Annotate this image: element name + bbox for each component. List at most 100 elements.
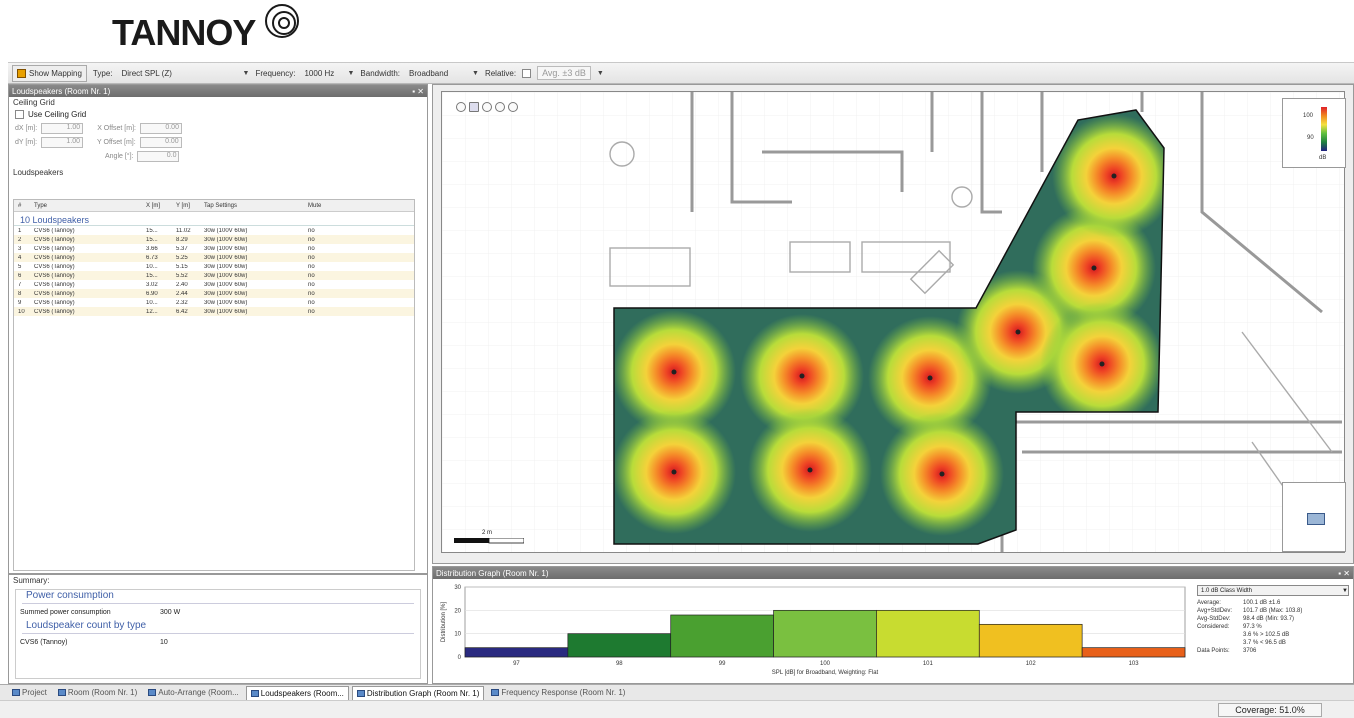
tab-label: Room (Room Nr. 1) xyxy=(67,688,138,697)
stat-row: Average: 100.1 dB ±1.6 xyxy=(1197,599,1351,607)
tab-label: Loudspeakers (Room... xyxy=(260,688,344,698)
avg-dropdown-arrow-icon[interactable]: ▼ xyxy=(597,70,604,77)
table-cell: CVS6 (Tannoy) xyxy=(34,254,75,261)
table-cell: 6.42 xyxy=(176,308,188,315)
loudspeaker-marker[interactable] xyxy=(1099,361,1105,367)
print-view-icon[interactable] xyxy=(1307,513,1325,525)
table-row[interactable]: 2 CVS6 (Tannoy) 15... 8.29 30w (100V 60w) no xyxy=(14,235,414,244)
tab-3[interactable]: Loudspeakers (Room... xyxy=(245,685,349,700)
tab-0[interactable]: Project xyxy=(8,686,51,700)
tab-5[interactable]: Frequency Response (Room Nr. 1) xyxy=(487,686,629,700)
distribution-bar xyxy=(670,614,774,658)
zoom-icon[interactable] xyxy=(482,102,492,112)
loudspeaker-marker[interactable] xyxy=(1091,265,1097,271)
table-cell: 3 xyxy=(18,245,22,252)
tab-label: Auto-Arrange (Room... xyxy=(158,688,239,697)
table-cell: 30w (100V 60w) xyxy=(204,236,248,243)
col-y[interactable]: Y [m] xyxy=(172,203,200,209)
col-mute[interactable]: Mute xyxy=(304,203,344,209)
col-type[interactable]: Type xyxy=(30,203,142,209)
avg-select[interactable]: Avg. ±3 dB xyxy=(537,66,591,80)
stat-row: Data Points: 3706 xyxy=(1197,647,1351,655)
table-row[interactable]: 4 CVS6 (Tannoy) 6.73 5.25 30w (100V 60w) no xyxy=(14,253,414,262)
xoffset-field[interactable]: 0.00 xyxy=(139,122,182,134)
spl-map-canvas[interactable]: 100 90 dB 2 m xyxy=(441,91,1346,553)
overview-box[interactable] xyxy=(1282,482,1346,552)
dy-field[interactable]: 1.00 xyxy=(41,136,84,148)
table-row[interactable]: 1 CVS6 (Tannoy) 15... 11.02 30w (100V 60w) no xyxy=(14,226,414,235)
tab-1[interactable]: Room (Room Nr. 1) xyxy=(54,686,141,700)
y-tick-label: 10 xyxy=(454,632,461,638)
table-row[interactable]: 7 CVS6 (Tannoy) 3.02 2.40 30w (100V 60w) no xyxy=(14,280,414,289)
frequency-select[interactable]: 1000 Hz xyxy=(301,68,341,79)
ceiling-dy-row: dY [m]: 1.00 Y Offset [m]: 0.00 xyxy=(9,135,427,149)
table-cell: CVS6 (Tannoy) xyxy=(34,308,75,315)
col-tap-settings[interactable]: Tap Settings xyxy=(200,203,304,209)
bandwidth-select[interactable]: Broadband xyxy=(406,68,466,79)
angle-label: Angle [°]: xyxy=(105,152,134,160)
table-row[interactable]: 8 CVS6 (Tannoy) 6.90 2.44 30w (100V 60w) no xyxy=(14,289,414,298)
divider xyxy=(22,633,414,634)
table-cell: no xyxy=(308,227,315,234)
table-cell: 8 xyxy=(18,290,22,297)
class-width-select[interactable]: 1.0 dB Class Width ▼ xyxy=(1197,585,1349,596)
table-cell: 12... xyxy=(146,308,158,315)
yoffset-label: Y Offset [m]: xyxy=(97,138,136,146)
relative-checkbox[interactable] xyxy=(522,68,532,78)
panel-close-icon[interactable]: ▪ ✕ xyxy=(1338,569,1353,578)
panel-close-icon[interactable]: ▪ ✕ xyxy=(412,87,427,96)
dx-label: dX [m]: xyxy=(15,124,38,132)
loudspeaker-marker[interactable] xyxy=(799,373,805,379)
col-number[interactable]: # xyxy=(14,203,30,209)
x-tick-label: 102 xyxy=(1026,661,1037,667)
checkbox-box[interactable] xyxy=(15,110,24,119)
distribution-bar xyxy=(1081,647,1186,658)
summary-title: Summary: xyxy=(13,576,50,585)
type-select[interactable]: Direct SPL (Z) xyxy=(119,68,237,79)
stats-list: Average: 100.1 dB ±1.6 Avg+StdDev: 101.7 dB… xyxy=(1197,599,1351,655)
table-cell: 10 xyxy=(18,308,25,315)
spl-map-panel: 100 90 dB 2 m xyxy=(432,84,1354,564)
summary-panel: Summary: Power consumption Summed power … xyxy=(8,574,428,684)
distribution-bar xyxy=(464,647,569,658)
loudspeakers-table: # Type X [m] Y [m] Tap Settings Mute 10 … xyxy=(13,199,415,571)
distribution-title: Distribution Graph (Room Nr. 1) xyxy=(436,568,549,578)
loudspeaker-marker[interactable] xyxy=(671,469,677,475)
frequency-label: Frequency: xyxy=(255,68,296,78)
table-cell: CVS6 (Tannoy) xyxy=(34,272,75,279)
table-header: # Type X [m] Y [m] Tap Settings Mute xyxy=(14,200,414,212)
loudspeaker-marker[interactable] xyxy=(1111,173,1117,179)
loudspeaker-marker[interactable] xyxy=(939,471,945,477)
loudspeaker-marker[interactable] xyxy=(1015,329,1021,335)
loudspeaker-marker[interactable] xyxy=(671,369,677,375)
loudspeaker-marker[interactable] xyxy=(927,375,933,381)
yoffset-field[interactable]: 0.00 xyxy=(139,136,182,148)
type-label: Type: xyxy=(92,68,113,78)
col-x[interactable]: X [m] xyxy=(142,203,172,209)
status-bar: Coverage: 51.0% xyxy=(0,700,1354,718)
table-row[interactable]: 5 CVS6 (Tannoy) 10... 5.15 30w (100V 60w) no xyxy=(14,262,414,271)
table-row[interactable]: 3 CVS6 (Tannoy) 3.66 5.37 30w (100V 60w) no xyxy=(14,244,414,253)
tab-4[interactable]: Distribution Graph (Room Nr. 1) xyxy=(351,685,485,700)
distribution-bar xyxy=(773,609,877,658)
table-cell: 30w (100V 60w) xyxy=(204,308,248,315)
loudspeaker-marker[interactable] xyxy=(807,467,813,473)
table-row[interactable]: 9 CVS6 (Tannoy) 10... 2.32 30w (100V 60w) no xyxy=(14,298,414,307)
dx-field[interactable]: 1.00 xyxy=(41,122,84,134)
bandwidth-dropdown-arrow-icon[interactable]: ▼ xyxy=(472,70,479,77)
table-row[interactable]: 10 CVS6 (Tannoy) 12... 6.42 30w (100V 60w) no xyxy=(14,307,414,316)
tab-2[interactable]: Auto-Arrange (Room... xyxy=(144,686,242,700)
table-row[interactable]: 6 CVS6 (Tannoy) 15... 5.52 30w (100V 60w) no xyxy=(14,271,414,280)
table-cell: CVS6 (Tannoy) xyxy=(34,281,75,288)
tannoy-logo: TANNOY xyxy=(112,12,256,53)
select-icon[interactable] xyxy=(469,102,479,112)
zoom-in-icon[interactable] xyxy=(495,102,505,112)
pan-hand-icon[interactable] xyxy=(456,102,466,112)
angle-field[interactable]: 0.0 xyxy=(137,150,180,162)
type-dropdown-arrow-icon[interactable]: ▼ xyxy=(243,70,250,77)
zoom-out-icon[interactable] xyxy=(508,102,518,112)
show-mapping-button[interactable]: Show Mapping xyxy=(12,64,87,82)
frequency-dropdown-arrow-icon[interactable]: ▼ xyxy=(347,70,354,77)
table-cell: no xyxy=(308,245,315,252)
use-ceiling-grid-checkbox[interactable]: Use Ceiling Grid xyxy=(9,108,427,121)
